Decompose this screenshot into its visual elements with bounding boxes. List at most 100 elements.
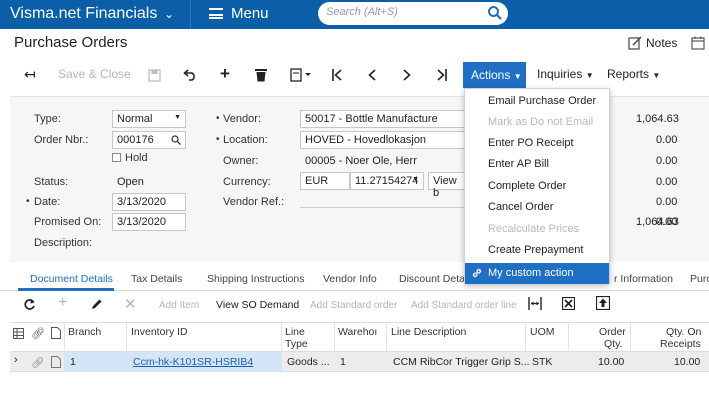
- next-record-icon[interactable]: [402, 69, 412, 81]
- tab-purchase[interactable]: Purc: [690, 273, 709, 285]
- attachment-icon: 🔗︎: [31, 328, 45, 340]
- upload-icon[interactable]: [596, 296, 610, 310]
- total-value: 0.00: [656, 196, 678, 208]
- undo-icon[interactable]: [183, 69, 197, 81]
- type-value: Normal: [117, 113, 153, 125]
- menu-item-cancel-order[interactable]: Cancel Order: [465, 197, 609, 218]
- back-arrow-icon[interactable]: ↤: [24, 66, 36, 83]
- col-inventory-id[interactable]: Inventory ID: [131, 326, 188, 338]
- reports-menu[interactable]: Reports ▼: [607, 67, 660, 81]
- copy-paste-icon[interactable]: [290, 68, 312, 82]
- vendor-ref-label: Vendor Ref.:: [223, 196, 285, 208]
- menu-item-my-custom-action[interactable]: My custom action: [465, 263, 609, 284]
- first-record-icon[interactable]: [331, 69, 343, 81]
- owner-value[interactable]: 00005 - Noer Ole, Herr: [305, 155, 417, 167]
- row-attachment-icon[interactable]: 🔗︎: [31, 356, 44, 369]
- col-qty-on-receipts-1[interactable]: Qty. On: [666, 326, 701, 338]
- row-selector-grid-icon: [13, 328, 24, 339]
- cell-warehouse[interactable]: 1: [340, 356, 346, 368]
- vendor-field[interactable]: 50017 - Bottle Manufacture: [300, 110, 466, 128]
- add-standard-order-button[interactable]: Add Standard order: [310, 300, 397, 311]
- tab-document-details[interactable]: Document Details: [30, 273, 113, 285]
- tab-tax-details[interactable]: Tax Details: [131, 273, 182, 285]
- date-field[interactable]: 3/13/2020: [112, 193, 186, 211]
- row-note-icon[interactable]: [51, 356, 61, 368]
- menu-item-mark-do-not-email[interactable]: Mark as Do not Email: [465, 112, 609, 133]
- location-field[interactable]: HOVED - Hovedlokasjon: [300, 131, 466, 149]
- export-excel-icon[interactable]: [562, 297, 575, 310]
- brand-chevron-down-icon[interactable]: ⌄: [164, 7, 174, 21]
- actions-dropdown-menu: Email Purchase Order Mark as Do not Emai…: [464, 88, 610, 284]
- lookup-search-icon[interactable]: [171, 135, 181, 145]
- order-nbr-field[interactable]: 000176: [112, 131, 186, 149]
- inquiries-menu[interactable]: Inquiries ▼: [537, 67, 594, 81]
- menu-item-enter-ap-bill[interactable]: Enter AP Bill: [465, 154, 609, 175]
- edit-pencil-icon[interactable]: [91, 298, 103, 310]
- currency-rate-field[interactable]: 11.27154274 ▼: [350, 172, 424, 190]
- last-record-icon[interactable]: [436, 69, 448, 81]
- app-brand[interactable]: Visma.net Financials: [10, 5, 157, 23]
- grid-delete-icon[interactable]: ✕: [124, 295, 137, 313]
- cell-qty-on-receipts[interactable]: 10.00: [674, 356, 700, 368]
- location-value: HOVED - Hovedlokasjon: [305, 134, 427, 146]
- col-warehouse[interactable]: Warehoı: [338, 326, 377, 338]
- search-box[interactable]: [318, 2, 508, 25]
- actions-menu-button[interactable]: Actions ▼: [463, 62, 526, 88]
- vendor-ref-field[interactable]: [300, 207, 466, 208]
- tab-shipping-instructions[interactable]: Shipping Instructions: [207, 273, 304, 285]
- cell-line-type[interactable]: Goods ...: [287, 356, 330, 368]
- inquiries-label: Inquiries: [537, 67, 583, 81]
- tab-discount-details[interactable]: Discount Detail: [399, 273, 470, 285]
- col-order-qty-2[interactable]: Qty.: [604, 338, 622, 350]
- notes-icon: [628, 36, 642, 50]
- save-icon[interactable]: [148, 69, 161, 82]
- currency-field[interactable]: EUR: [300, 172, 350, 190]
- tab-other-information[interactable]: r Information: [614, 273, 673, 285]
- view-base-button[interactable]: View b: [428, 172, 466, 199]
- owner-label: Owner:: [223, 155, 259, 167]
- search-icon[interactable]: [487, 5, 503, 21]
- col-line-description[interactable]: Line Description: [391, 326, 466, 338]
- type-select[interactable]: Normal ▼: [112, 110, 186, 128]
- delete-icon[interactable]: [255, 68, 267, 82]
- cell-branch[interactable]: 1: [70, 356, 76, 368]
- fit-columns-icon[interactable]: [528, 297, 542, 310]
- menu-item-create-prepayment[interactable]: Create Prepayment: [465, 240, 609, 261]
- refresh-icon[interactable]: [23, 298, 36, 311]
- page-title: Purchase Orders: [14, 34, 128, 51]
- add-standard-order-line-button[interactable]: Add Standard order line: [411, 300, 517, 311]
- order-nbr-value: 000176: [117, 134, 154, 146]
- menu-item-email-purchase-order[interactable]: Email Purchase Order: [465, 91, 609, 112]
- required-marker: •: [216, 134, 220, 145]
- col-line-type-1[interactable]: Line: [285, 326, 305, 338]
- search-input[interactable]: [326, 6, 476, 18]
- view-so-demand-button[interactable]: View SO Demand: [216, 299, 299, 311]
- cell-line-description[interactable]: CCM RibCor Trigger Grip S...: [393, 356, 530, 368]
- grid-add-icon[interactable]: +: [58, 294, 67, 312]
- calendar-icon[interactable]: [691, 36, 705, 50]
- type-label: Type:: [34, 113, 61, 125]
- notes-button[interactable]: Notes: [628, 36, 677, 50]
- previous-record-icon[interactable]: [367, 69, 377, 81]
- promised-on-field[interactable]: 3/13/2020: [112, 213, 186, 231]
- col-branch[interactable]: Branch: [68, 326, 101, 338]
- menu-item-complete-order[interactable]: Complete Order: [465, 176, 609, 197]
- total-value: 0.00: [656, 176, 678, 188]
- col-qty-on-receipts-2[interactable]: Receipts: [660, 338, 701, 350]
- cell-uom[interactable]: STK: [532, 356, 552, 368]
- save-close-button[interactable]: Save & Close: [58, 67, 131, 81]
- date-label: Date:: [34, 196, 61, 208]
- menu-button[interactable]: Menu: [209, 5, 269, 22]
- add-icon[interactable]: +: [220, 64, 230, 84]
- cell-order-qty[interactable]: 10.00: [598, 356, 624, 368]
- cell-inventory-id[interactable]: Ccm-hk-K101SR-HSRIB4: [133, 356, 253, 368]
- add-item-button[interactable]: Add Item: [159, 300, 199, 311]
- menu-item-enter-po-receipt[interactable]: Enter PO Receipt: [465, 133, 609, 154]
- col-order-qty-1[interactable]: Order: [599, 326, 626, 338]
- col-uom[interactable]: UOM: [530, 326, 555, 338]
- col-line-type-2[interactable]: Type: [285, 338, 308, 350]
- hold-checkbox[interactable]: [112, 153, 121, 162]
- menu-item-recalculate-prices[interactable]: Recalculate Prices: [465, 219, 609, 240]
- total-value: 1,064.63: [636, 216, 679, 228]
- tab-vendor-info[interactable]: Vendor Info: [323, 273, 377, 285]
